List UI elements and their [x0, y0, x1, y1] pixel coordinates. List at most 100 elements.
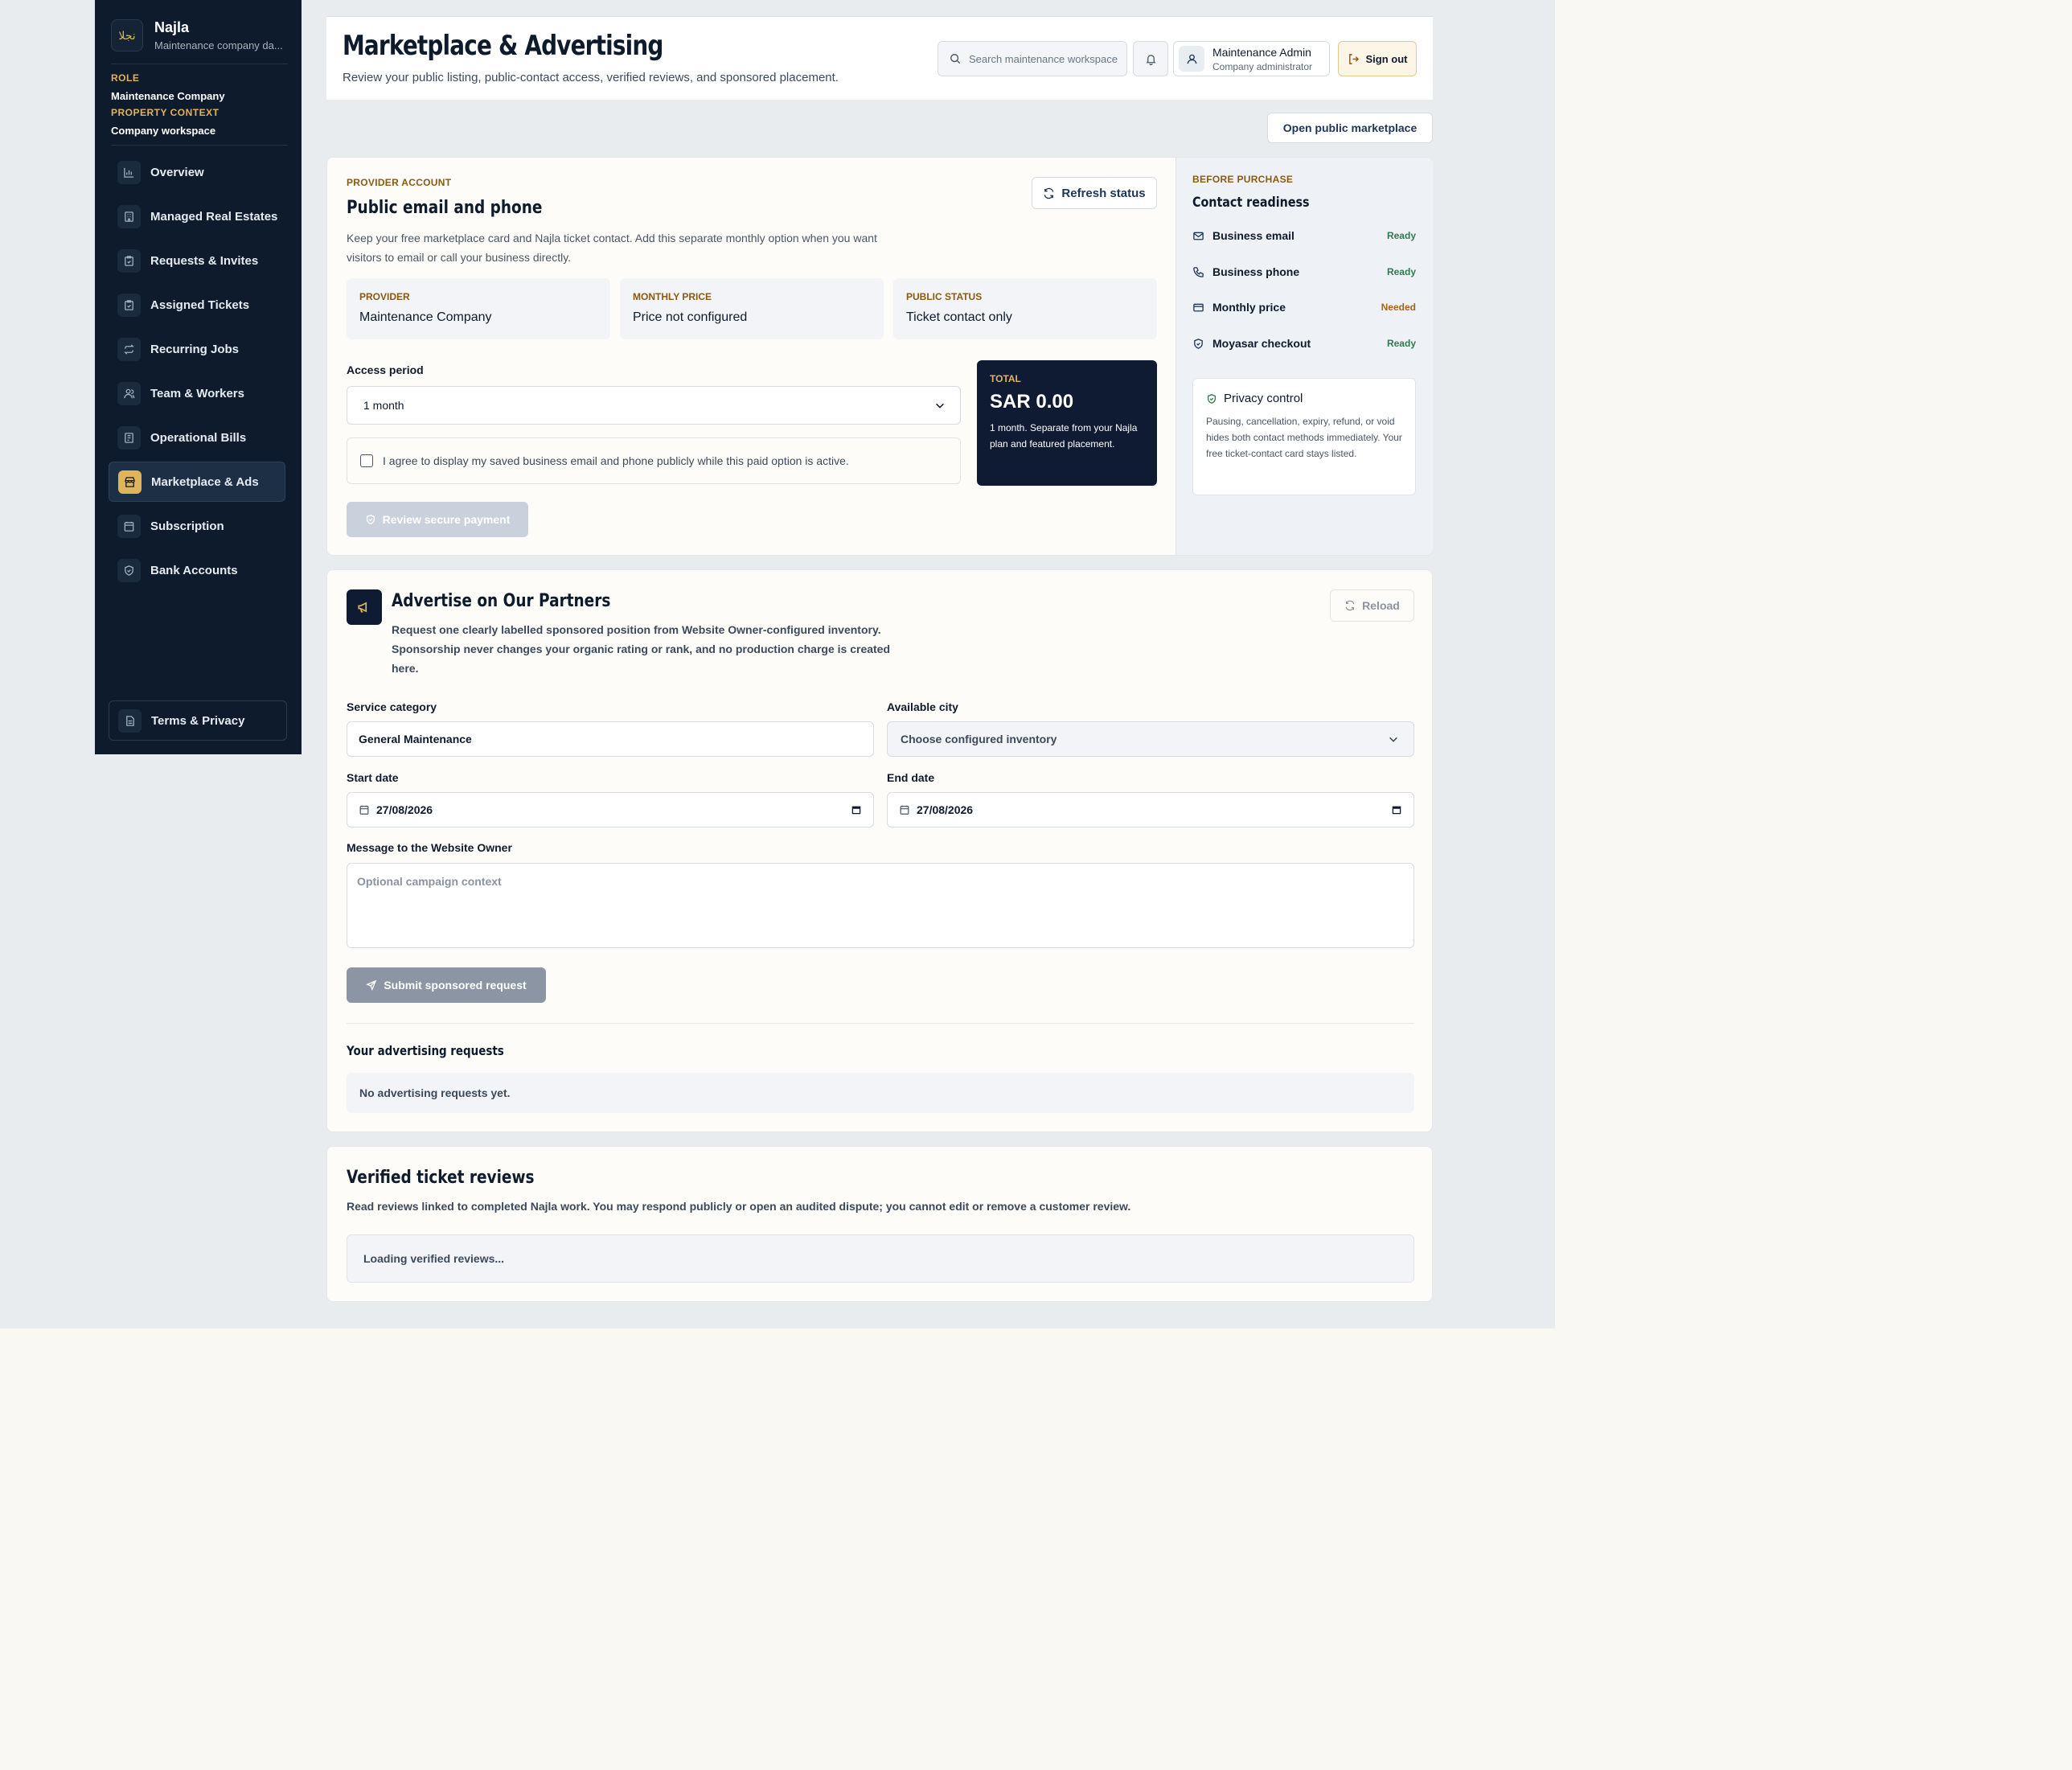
status-badge: Ready	[1386, 266, 1416, 277]
sidebar-item-assigned-tickets[interactable]: Assigned Tickets	[109, 285, 285, 325]
reload-button[interactable]: Reload	[1330, 589, 1414, 622]
advertising-requests-title: Your advertising requests	[347, 1043, 504, 1058]
shield-icon	[1194, 338, 1203, 349]
sidebar-nav: Overview Managed Real Estates Requests &…	[109, 152, 285, 594]
available-city-select[interactable]: Choose configured inventory	[887, 721, 1414, 757]
reload-label: Reload	[1362, 599, 1400, 612]
sidebar-item-subscription[interactable]: Subscription	[109, 506, 285, 546]
review-secure-payment-button[interactable]: Review secure payment	[347, 502, 528, 537]
message-label: Message to the Website Owner	[347, 841, 512, 854]
access-period-value: 1 month	[363, 399, 404, 412]
role-context: ROLE Maintenance Company	[111, 72, 225, 102]
message-textarea[interactable]: Optional campaign context	[347, 863, 1414, 948]
page-subtitle: Review your public listing, public-conta…	[343, 71, 839, 84]
stat-label: PUBLIC STATUS	[906, 291, 983, 302]
page-header: Marketplace & Advertising Review your pu…	[326, 16, 1433, 100]
sidebar-item-label: Assigned Tickets	[150, 298, 250, 312]
open-public-marketplace-button[interactable]: Open public marketplace	[1267, 113, 1433, 143]
service-category-input[interactable]: General Maintenance	[347, 721, 874, 757]
agree-checkbox-row[interactable]: I agree to display my saved business ema…	[347, 437, 961, 484]
status-badge: Ready	[1386, 230, 1416, 241]
submit-sponsored-request-button[interactable]: Submit sponsored request	[347, 967, 546, 1003]
notifications-button[interactable]	[1133, 41, 1168, 76]
building-icon	[117, 204, 141, 228]
readiness-label: Moyasar checkout	[1212, 337, 1311, 350]
brand-logo-icon: نجلا	[111, 19, 143, 51]
provider-eyebrow: PROVIDER ACCOUNT	[347, 177, 452, 188]
sidebar-item-label: Subscription	[150, 519, 224, 533]
sidebar-item-label: Recurring Jobs	[150, 342, 240, 356]
repeat-icon	[117, 337, 141, 361]
user-name: Maintenance Admin	[1212, 45, 1311, 59]
sidebar-item-bank-accounts[interactable]: Bank Accounts	[109, 550, 285, 590]
reviews-title: Verified ticket reviews	[347, 1168, 535, 1188]
sidebar-item-requests-invites[interactable]: Requests & Invites	[109, 240, 285, 281]
sidebar-item-overview[interactable]: Overview	[109, 152, 285, 192]
shield-check-icon	[366, 515, 375, 524]
sidebar-item-marketplace-ads[interactable]: Marketplace & Ads	[109, 462, 285, 502]
status-badge: Needed	[1381, 302, 1416, 313]
calendar-picker-icon[interactable]	[1391, 804, 1402, 815]
refresh-icon	[1044, 187, 1054, 199]
card-icon	[1193, 303, 1204, 311]
sign-out-button[interactable]: Sign out	[1338, 41, 1417, 76]
agree-text: I agree to display my saved business ema…	[383, 454, 849, 467]
shield-icon	[117, 558, 141, 582]
sidebar-item-team-workers[interactable]: Team & Workers	[109, 373, 285, 413]
calendar-icon	[359, 805, 369, 815]
start-date-label: Start date	[347, 771, 399, 784]
sidebar-item-operational-bills[interactable]: Operational Bills	[109, 417, 285, 458]
sidebar-item-managed-real-estates[interactable]: Managed Real Estates	[109, 196, 285, 236]
user-menu[interactable]: Maintenance Admin Company administrator	[1173, 41, 1330, 76]
send-icon	[366, 979, 377, 991]
stat-public-status: PUBLIC STATUS Ticket contact only	[893, 278, 1157, 339]
terms-privacy-link[interactable]: Terms & Privacy	[109, 700, 287, 741]
calendar-icon	[117, 514, 141, 538]
search-input[interactable]: Search maintenance workspace	[938, 41, 1127, 76]
total-label: TOTAL	[990, 373, 1021, 384]
role-label: ROLE	[111, 72, 140, 84]
refresh-status-button[interactable]: Refresh status	[1032, 177, 1157, 209]
calendar-icon	[900, 805, 909, 815]
property-value: Company workspace	[111, 125, 216, 137]
shield-check-icon	[1207, 393, 1217, 404]
terms-label: Terms & Privacy	[151, 713, 245, 728]
verified-reviews-card: Verified ticket reviews Read reviews lin…	[326, 1146, 1433, 1302]
privacy-control-box: Privacy control Pausing, cancellation, e…	[1192, 378, 1416, 495]
brand[interactable]: نجلا Najla Maintenance company da...	[111, 16, 288, 55]
empty-state-text: No advertising requests yet.	[359, 1086, 511, 1099]
sign-out-label: Sign out	[1365, 52, 1408, 65]
stat-monthly-price: MONTHLY PRICE Price not configured	[620, 278, 884, 339]
provider-account-card: PROVIDER ACCOUNT Public email and phone …	[326, 157, 1433, 556]
service-category-value: General Maintenance	[359, 733, 472, 745]
advertising-requests-empty: No advertising requests yet.	[347, 1073, 1414, 1113]
user-icon	[1187, 54, 1196, 64]
total-panel: TOTAL SAR 0.00 1 month. Separate from yo…	[977, 360, 1157, 486]
end-date-input[interactable]: 27/08/2026	[887, 792, 1414, 828]
access-period-select[interactable]: 1 month	[347, 386, 961, 425]
refresh-icon	[1345, 600, 1355, 611]
sidebar-item-label: Requests & Invites	[150, 253, 259, 268]
sidebar: نجلا Najla Maintenance company da... ROL…	[95, 0, 302, 754]
stat-value: Ticket contact only	[906, 310, 1012, 324]
clipboard-icon	[117, 248, 141, 273]
provider-description: Keep your free marketplace card and Najl…	[347, 232, 877, 264]
sidebar-item-label: Managed Real Estates	[150, 209, 278, 224]
readiness-label: Monthly price	[1212, 301, 1286, 314]
message-placeholder: Optional campaign context	[357, 875, 502, 888]
readiness-label: Business email	[1212, 229, 1294, 242]
total-value: SAR 0.00	[990, 391, 1074, 413]
agree-checkbox[interactable]	[360, 454, 373, 467]
sidebar-item-recurring-jobs[interactable]: Recurring Jobs	[109, 329, 285, 369]
calendar-picker-icon[interactable]	[851, 804, 862, 815]
property-context: PROPERTY CONTEXT Company workspace	[111, 107, 219, 137]
submit-label: Submit sponsored request	[384, 979, 527, 992]
chart-icon	[117, 160, 141, 184]
users-icon	[117, 381, 141, 405]
document-icon	[118, 708, 142, 733]
start-date-input[interactable]: 27/08/2026	[347, 792, 874, 828]
advertise-description: Request one clearly labelled sponsored p…	[392, 623, 891, 675]
start-date-value: 27/08/2026	[376, 803, 433, 816]
refresh-label: Refresh status	[1061, 186, 1146, 200]
reviews-loading: Loading verified reviews...	[347, 1234, 1414, 1283]
